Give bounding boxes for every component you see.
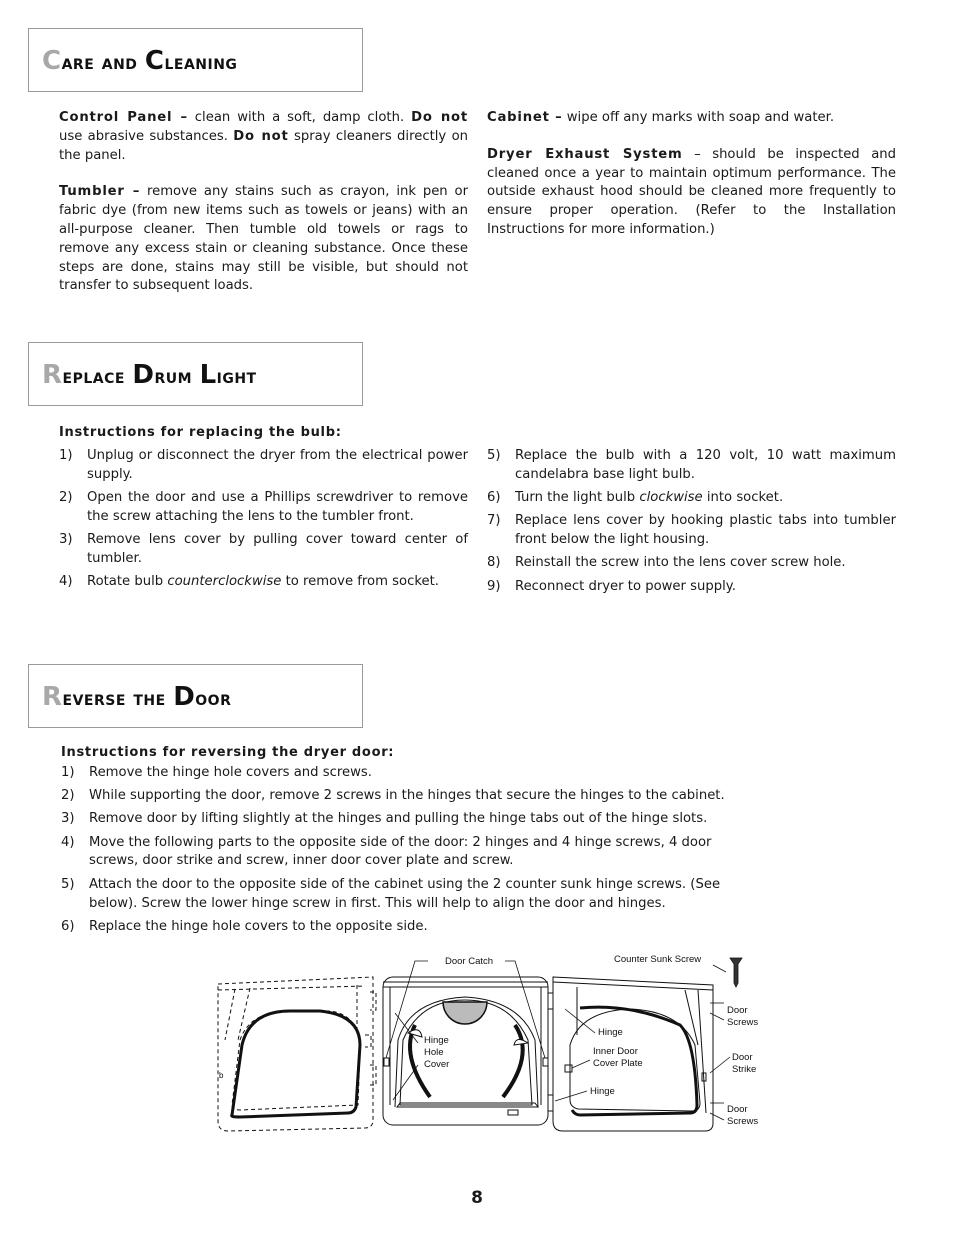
- label-inner-door-1: Inner Door: [593, 1046, 638, 1057]
- tumbler-paragraph: Tumbler – remove any stains such as cray…: [59, 184, 468, 294]
- drum-light-title: Replace Drum Light: [42, 360, 257, 390]
- counter-sunk-screw-icon: [729, 957, 743, 988]
- left-door-strike-mark: b: [219, 1071, 224, 1080]
- label-door-catch: Door Catch: [445, 956, 493, 967]
- step-item: 5) Replace the bulb with a 120 volt, 10 w…: [487, 448, 896, 482]
- label-hinge-top: Hinge: [598, 1027, 623, 1038]
- label-counter-sunk-screw: Counter Sunk Screw: [614, 954, 701, 965]
- label-door-screws-top-1: Door: [727, 1005, 748, 1016]
- tumbler-opening-right: [501, 1023, 525, 1099]
- step-item: 7) Replace lens cover by hooking plastic …: [487, 513, 896, 548]
- label-door-screws-bottom-2: Screws: [727, 1116, 758, 1127]
- drum-light-right-column: 5) Replace the bulb with a 120 volt, 10 w…: [487, 447, 896, 601]
- step-item: 5) Attach the door to the opposite side o…: [61, 876, 721, 911]
- drum-light-subheading: Instructions for replacing the bulb:: [59, 425, 342, 440]
- left-door-gasket: [230, 1009, 362, 1119]
- label-hinge-hole-cover-3: Cover: [424, 1059, 449, 1070]
- drum-light-housing: [442, 1001, 488, 1025]
- label-hinge-hole-cover-1: Hinge: [424, 1035, 449, 1046]
- label-door-strike-1: Door: [732, 1052, 753, 1063]
- control-panel-paragraph: Control Panel – clean with a soft, damp …: [59, 110, 468, 163]
- door-catch-right: [513, 1039, 530, 1046]
- reverse-door-header-box: Reverse the Door: [28, 664, 363, 728]
- step-item: 4) Move the following parts to the opposi…: [61, 834, 712, 869]
- step-item: 3) Remove lens cover by pulling cover tow…: [59, 531, 468, 566]
- step-item: 6) Turn the light bulb clockwise into soc…: [487, 490, 784, 506]
- step-item: 4) Rotate bulb counterclockwise to remove…: [59, 574, 439, 590]
- reverse-door-instructions: Instructions for reversing the dryer doo…: [61, 744, 761, 941]
- label-door-screws-bottom-1: Door: [727, 1104, 748, 1115]
- care-left-column: Control Panel – clean with a soft, damp …: [59, 109, 468, 314]
- label-inner-door-2: Cover Plate: [593, 1058, 643, 1069]
- step-item: 6) Replace the hinge hole covers to the o…: [61, 918, 428, 934]
- page-number: 8: [471, 1188, 483, 1208]
- cabinet-paragraph: Cabinet – wipe off any marks with soap a…: [487, 110, 835, 125]
- step-item: 1) Remove the hinge hole covers and screw…: [61, 764, 372, 780]
- care-cleaning-title: Care and Cleaning: [42, 46, 238, 76]
- reverse-door-subheading: Instructions for reversing the dryer doo…: [61, 745, 395, 760]
- step-item: 1) Unplug or disconnect the dryer from th…: [59, 447, 468, 482]
- drum-light-left-column: Instructions for replacing the bulb: 1) U…: [59, 424, 468, 596]
- care-right-column: Cabinet – wipe off any marks with soap a…: [487, 109, 896, 258]
- step-item: 2) While supporting the door, remove 2 sc…: [61, 788, 725, 804]
- exhaust-paragraph: Dryer Exhaust System – should be inspect…: [487, 146, 896, 237]
- care-cleaning-header-box: Care and Cleaning: [28, 28, 363, 92]
- label-door-screws-top-2: Screws: [727, 1017, 758, 1028]
- label-hinge-bottom: Hinge: [590, 1086, 615, 1097]
- step-item: 8) Reinstall the screw into the lens cove…: [487, 555, 846, 571]
- step-item: 3) Remove door by lifting slightly at the…: [61, 811, 708, 827]
- reverse-door-title: Reverse the Door: [42, 682, 232, 712]
- step-item: 9) Reconnect dryer to power supply.: [487, 578, 736, 594]
- label-hinge-hole-cover-2: Hole: [424, 1047, 444, 1058]
- step-item: 2) Open the door and use a Phillips screw…: [59, 489, 468, 524]
- label-door-strike-2: Strike: [732, 1064, 756, 1075]
- drum-light-header-box: Replace Drum Light: [28, 342, 363, 406]
- door-reversal-diagram: b Door Catch Hinge Hole Cover Counter Su…: [217, 954, 758, 1132]
